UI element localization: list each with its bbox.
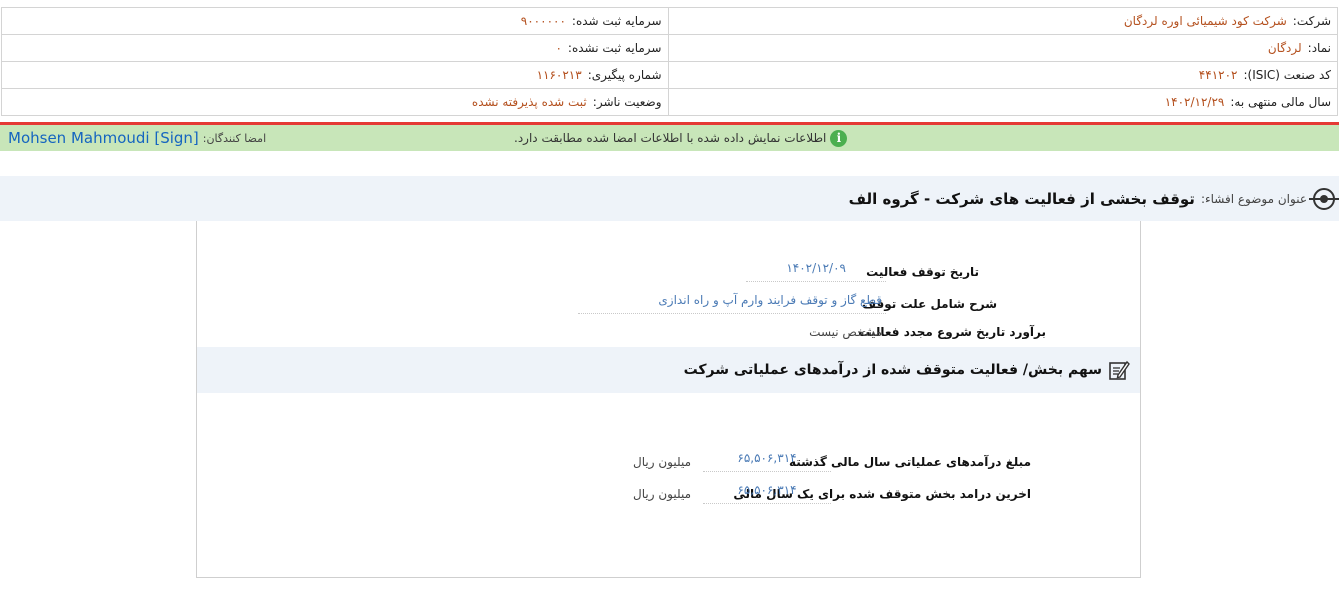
- reason-value: قطع گاز و توقف فرایند وارم آپ و راه اندا…: [578, 293, 886, 314]
- signers-label: امضا کنندگان:: [202, 131, 267, 145]
- tracking-cell: شماره پیگیری: ۱۱۶۰۲۱۳: [2, 62, 669, 89]
- info-row-2: نماد: لردگان سرمایه ثبت نشده: ۰: [2, 35, 1338, 62]
- subject-title: توقف بخشی از فعالیت های شرکت - گروه الف: [848, 189, 1195, 208]
- capital-cell: سرمایه ثبت شده: ۹۰۰۰۰۰۰: [2, 8, 669, 35]
- info-icon: i: [830, 129, 848, 147]
- subject-bar: عنوان موضوع افشاء: توقف بخشی از فعالیت ه…: [0, 176, 1339, 221]
- revenue-row-label: مبلغ درآمدهای عملیاتی سال مالی گذشته: [788, 454, 1031, 469]
- restart-field: برآورد تاریخ شروع مجدد فعالیت مشخص نیست: [805, 325, 1046, 339]
- unregistered-capital-value: ۰: [555, 41, 562, 55]
- signers: امضا کنندگان: Mohsen Mahmoudi [Sign]: [8, 125, 266, 151]
- revenue-row: اخرین درامد بخش متوقف شده برای یک سال ما…: [633, 483, 1031, 504]
- fiscal-year-cell: سال مالی منتهی به: ۱۴۰۲/۱۲/۲۹: [668, 89, 1338, 116]
- revenue-row-label: اخرین درامد بخش متوقف شده برای یک سال ما…: [733, 486, 1031, 501]
- isic-label: کد صنعت (ISIC):: [1243, 68, 1331, 82]
- symbol-cell: نماد: لردگان: [668, 35, 1338, 62]
- reason-field: شرح شامل علت توقف قطع گاز و توقف فرایند …: [578, 293, 997, 314]
- company-value[interactable]: شرکت کود شیمیائی اوره لردگان: [1124, 14, 1287, 28]
- symbol-value[interactable]: لردگان: [1268, 41, 1302, 55]
- capital-value: ۹۰۰۰۰۰۰: [520, 14, 566, 28]
- isic-value: ۴۴۱۲۰۲: [1198, 68, 1238, 82]
- unregistered-capital-cell: سرمایه ثبت نشده: ۰: [2, 35, 669, 62]
- signers-bar: امضا کنندگان: Mohsen Mahmoudi [Sign] i ا…: [0, 125, 1339, 151]
- revenue-section-header: سهم بخش/ فعالیت متوقف شده از درآمدهای عم…: [197, 347, 1140, 393]
- restart-label: برآورد تاریخ شروع مجدد فعالیت: [858, 325, 1046, 339]
- subject: عنوان موضوع افشاء: توقف بخشی از فعالیت ه…: [849, 176, 1339, 221]
- unregistered-capital-label: سرمایه ثبت نشده:: [567, 41, 662, 55]
- publisher-status-cell: وضعیت ناشر: ثبت شده پذیرفته نشده: [2, 89, 669, 116]
- subject-label: عنوان موضوع افشاء:: [1200, 191, 1307, 206]
- tracking-value: ۱۱۶۰۲۱۳: [536, 68, 582, 82]
- isic-cell: کد صنعت (ISIC): ۴۴۱۲۰۲: [668, 62, 1338, 89]
- revenue-section-title: سهم بخش/ فعالیت متوقف شده از درآمدهای عم…: [683, 362, 1102, 378]
- capital-label: سرمایه ثبت شده:: [571, 14, 662, 28]
- revenue-row-unit: میلیون ریال: [633, 454, 691, 469]
- info-row-1: شرکت: شرکت کود شیمیائی اوره لردگان سرمای…: [2, 8, 1338, 35]
- stop-date-value: ۱۴۰۲/۱۲/۰۹: [746, 261, 886, 282]
- restart-value: مشخص نیست: [809, 325, 882, 339]
- revenue-row-value: ۶۵,۵۰۶,۳۱۴: [703, 451, 831, 472]
- tracking-label: شماره پیگیری:: [587, 68, 662, 82]
- signers-name-link[interactable]: Mohsen Mahmoudi [Sign]: [8, 129, 199, 147]
- info-row-3: کد صنعت (ISIC): ۴۴۱۲۰۲ شماره پیگیری: ۱۱۶…: [2, 62, 1338, 89]
- signature-notice: i اطلاعات نمایش داده شده با اطلاعات امضا…: [514, 125, 848, 151]
- target-icon: [1309, 187, 1339, 210]
- revenue-row: مبلغ درآمدهای عملیاتی سال مالی گذشته ۶۵,…: [633, 451, 1031, 472]
- revenue-row-value: ۶۵,۵۰۶,۳۱۴: [703, 483, 831, 504]
- company-label: شرکت:: [1292, 14, 1331, 28]
- publisher-status-value: ثبت شده پذیرفته نشده: [471, 95, 587, 109]
- edit-note-icon: [1108, 359, 1130, 381]
- fiscal-year-value: ۱۴۰۲/۱۲/۲۹: [1164, 95, 1225, 109]
- company-info-table: شرکت: شرکت کود شیمیائی اوره لردگان سرمای…: [1, 7, 1338, 116]
- signature-notice-text: اطلاعات نمایش داده شده با اطلاعات امضا ش…: [514, 131, 827, 145]
- publisher-status-label: وضعیت ناشر:: [592, 95, 662, 109]
- disclosure-content: تاریخ توقف فعالیت ۱۴۰۲/۱۲/۰۹ شرح شامل عل…: [196, 221, 1141, 578]
- company-cell: شرکت: شرکت کود شیمیائی اوره لردگان: [668, 8, 1338, 35]
- reason-label: شرح شامل علت توقف: [862, 296, 997, 311]
- symbol-label: نماد:: [1307, 41, 1331, 55]
- revenue-row-unit: میلیون ریال: [633, 486, 691, 501]
- info-row-4: سال مالی منتهی به: ۱۴۰۲/۱۲/۲۹ وضعیت ناشر…: [2, 89, 1338, 116]
- stop-date-label: تاریخ توقف فعالیت: [866, 264, 979, 279]
- stop-date-field: تاریخ توقف فعالیت ۱۴۰۲/۱۲/۰۹: [746, 261, 979, 282]
- fiscal-year-label: سال مالی منتهی به:: [1230, 95, 1331, 109]
